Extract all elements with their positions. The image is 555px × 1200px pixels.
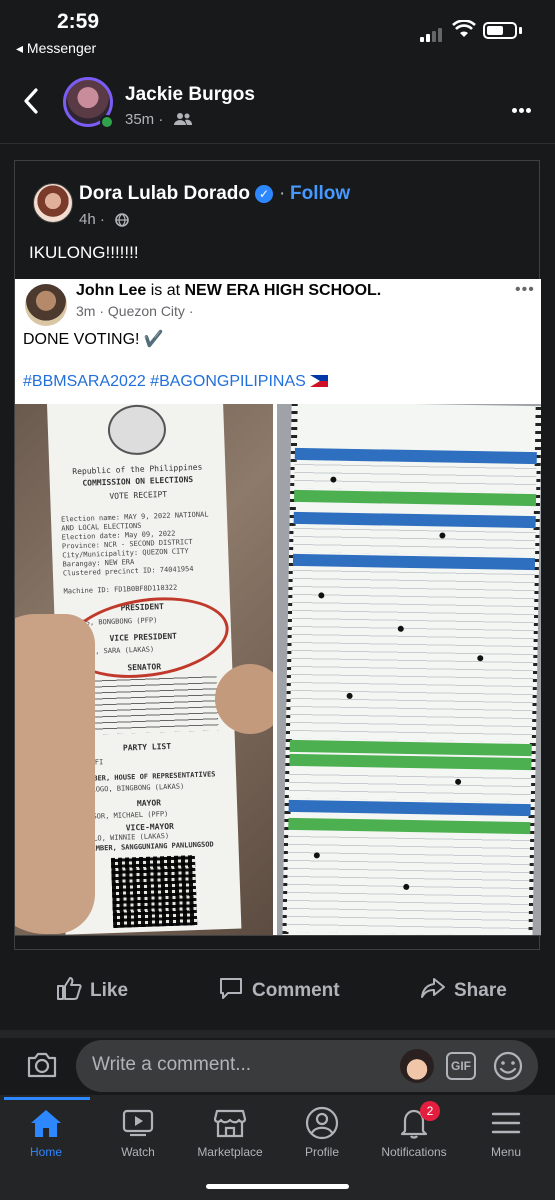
home-indicator[interactable] (206, 1184, 349, 1189)
embedded-screenshot-image[interactable]: John Lee is at NEW ERA HIGH SCHOOL. 3m ·… (15, 279, 541, 935)
embedded-author-avatar (25, 284, 67, 326)
shared-post-card: Dora Lulab Dorado ✓ · Follow 4h · IKULON… (14, 160, 541, 950)
post-header: Jackie Burgos 35m · (0, 62, 555, 144)
section-divider (0, 1030, 555, 1038)
comment-placeholder: Write a comment... (92, 1054, 252, 1075)
embedded-hashtags: #BBMSARA2022 #BAGONGPILIPINAS (23, 373, 328, 391)
cellular-signal-icon (420, 24, 444, 42)
tab-watch[interactable]: Watch (92, 1105, 184, 1159)
battery-icon (483, 22, 517, 39)
tab-label: Menu (490, 1145, 522, 1159)
globe-public-icon (115, 213, 129, 227)
ballot-section-header (293, 489, 537, 507)
separator-dot: · (279, 183, 286, 204)
marketplace-icon (213, 1109, 247, 1138)
tab-label: Notifications (381, 1145, 447, 1159)
avatar-sticker-icon[interactable] (400, 1049, 434, 1083)
embedded-author-name: John Lee (76, 282, 147, 299)
comment-bubble-icon (220, 978, 242, 999)
status-bar: 2:59 ◂ Messenger (0, 0, 555, 60)
share-arrow-icon (421, 978, 445, 998)
post-time: 35m · (125, 111, 164, 128)
hand-holding-receipt (15, 614, 95, 934)
embedded-author-line: John Lee is at NEW ERA HIGH SCHOOL. (76, 282, 381, 300)
ballot-shaded-mark (455, 778, 462, 785)
thumbs-up-icon (57, 977, 82, 1000)
tab-notifications[interactable]: 2 Notifications (368, 1101, 460, 1159)
like-label: Like (90, 980, 129, 1001)
author-avatar[interactable] (33, 183, 73, 223)
ballot-shaded-mark (439, 532, 446, 539)
tab-profile[interactable]: Profile (276, 1105, 368, 1159)
camera-icon[interactable] (26, 1051, 58, 1079)
verified-badge-icon: ✓ (255, 185, 273, 203)
ballot-rows (286, 831, 531, 935)
receipt-title: VOTE RECEIPT (109, 489, 168, 501)
tab-marketplace[interactable]: Marketplace (184, 1105, 276, 1159)
ballot-rows (289, 567, 535, 743)
comelec-seal-icon (107, 404, 167, 456)
embedded-time: 3m · Quezon City · (76, 303, 194, 319)
battery-nub (519, 27, 522, 34)
more-options-icon[interactable] (512, 100, 533, 118)
like-button[interactable]: Like (56, 976, 128, 1002)
active-tab-indicator (4, 1097, 90, 1100)
ballot-shaded-mark (397, 625, 404, 632)
comment-input[interactable]: Write a comment... GIF (76, 1040, 538, 1092)
comment-label: Comment (252, 980, 340, 1001)
ballot-rows (293, 525, 536, 557)
comment-composer: Write a comment... GIF (0, 1038, 555, 1094)
online-indicator (100, 115, 114, 129)
back-chevron-icon[interactable] (22, 88, 40, 114)
home-icon (31, 1110, 61, 1137)
watch-icon (122, 1109, 154, 1137)
post-actions: Like Comment Share (0, 962, 555, 1018)
notification-count-badge: 2 (420, 1101, 440, 1121)
gif-button[interactable]: GIF (446, 1052, 476, 1080)
back-to-messenger-link[interactable]: ◂ Messenger (16, 40, 96, 57)
ballot-shaded-mark (313, 852, 320, 859)
hashtags-text: #BBMSARA2022 #BAGONGPILIPINAS (23, 373, 306, 390)
wifi-icon (452, 20, 476, 37)
vote-receipt-photo: Republic of the Philippines COMMISSION O… (15, 404, 273, 935)
friends-audience-icon (174, 113, 192, 125)
ballot-shaded-mark (477, 655, 484, 662)
menu-icon (491, 1112, 521, 1134)
clock: 2:59 (57, 10, 100, 33)
author-post-time: 4h · (79, 211, 105, 228)
embedded-post-text: DONE VOTING! ✔️ (23, 331, 164, 348)
ballot-section-header (288, 799, 531, 817)
tab-home[interactable]: Home (0, 1105, 92, 1159)
emoji-icon[interactable] (492, 1050, 524, 1082)
ballot-shaded-mark (318, 592, 325, 599)
ballot-shaded-mark (330, 476, 337, 483)
ballot-rows (288, 767, 532, 803)
tab-label: Watch (121, 1145, 155, 1159)
embedded-location: NEW ERA HIGH SCHOOL. (184, 282, 382, 299)
tab-label: Profile (304, 1145, 339, 1159)
tab-menu[interactable]: Menu (460, 1105, 552, 1159)
receipt-qr-code (110, 855, 198, 929)
embedded-more-icon: ••• (515, 281, 535, 298)
tab-label: Home (29, 1145, 62, 1159)
share-label: Share (454, 980, 507, 1001)
receipt-line: Machine ID: FD1B0BF8D110322 (63, 583, 178, 596)
comment-button[interactable]: Comment (218, 976, 340, 1002)
philippine-flag-icon (309, 375, 328, 387)
share-button[interactable]: Share (420, 976, 507, 1002)
receipt-commission: COMMISSION ON ELECTIONS (82, 474, 194, 488)
ballot-shaded-mark (403, 883, 410, 890)
ballot-photo (277, 404, 541, 935)
follow-button[interactable]: Follow (290, 183, 350, 205)
post-text: IKULONG!!!!!!! (29, 243, 139, 262)
ballot-shaded-mark (346, 692, 353, 699)
embedded-at-text: is at (150, 282, 181, 299)
profile-icon (305, 1106, 339, 1140)
tab-label: Marketplace (197, 1145, 263, 1159)
author-name[interactable]: Dora Lulab Dorado (79, 183, 250, 205)
card-divider (15, 935, 541, 936)
ballot-sheet (282, 404, 541, 935)
sharer-name[interactable]: Jackie Burgos (125, 84, 255, 106)
